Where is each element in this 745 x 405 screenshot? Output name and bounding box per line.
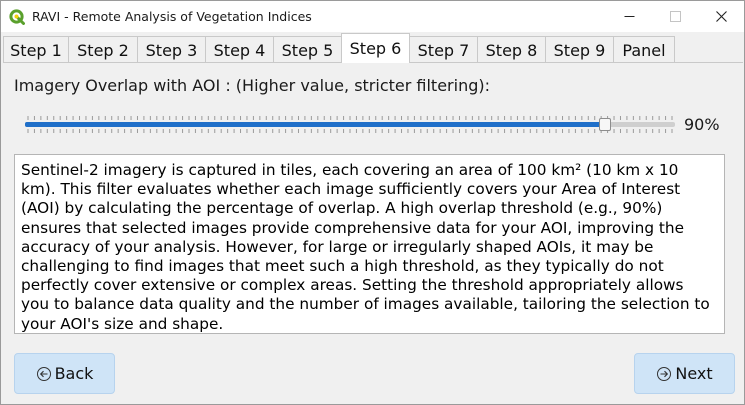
back-button[interactable]: Back	[14, 353, 115, 394]
overlap-slider[interactable]	[25, 113, 675, 137]
next-button[interactable]: Next	[634, 353, 735, 394]
slider-handle[interactable]	[599, 118, 611, 131]
tab-step-5[interactable]: Step 5	[273, 36, 342, 63]
tab-step-8[interactable]: Step 8	[477, 36, 546, 63]
qgis-logo-icon	[9, 8, 25, 25]
tab-step-1[interactable]: Step 1	[3, 36, 69, 63]
tab-step-9[interactable]: Step 9	[545, 36, 614, 63]
step-6-panel: Imagery Overlap with AOI : (Higher value…	[3, 62, 743, 404]
back-arrow-icon	[36, 366, 51, 381]
minimize-button[interactable]	[606, 1, 652, 32]
tab-panel[interactable]: Panel	[613, 36, 675, 63]
close-icon	[715, 11, 727, 22]
tab-step-4[interactable]: Step 4	[205, 36, 274, 63]
app-window: RAVI - Remote Analysis of Vegetation Ind…	[0, 0, 745, 405]
tab-step-3[interactable]: Step 3	[137, 36, 206, 63]
tab-step-7[interactable]: Step 7	[409, 36, 478, 63]
next-button-label: Next	[675, 364, 713, 383]
maximize-button[interactable]	[652, 1, 698, 32]
window-title: RAVI - Remote Analysis of Vegetation Ind…	[32, 9, 312, 24]
slider-fill	[25, 122, 605, 127]
next-arrow-icon	[657, 366, 672, 381]
description-text-box[interactable]: Sentinel-2 imagery is captured in tiles,…	[14, 154, 725, 334]
title-bar[interactable]: RAVI - Remote Analysis of Vegetation Ind…	[1, 1, 744, 32]
slider-value-readout: 90%	[684, 115, 720, 134]
step-tab-bar: Step 1 Step 2 Step 3 Step 4 Step 5 Step …	[3, 33, 743, 63]
tab-step-2[interactable]: Step 2	[68, 36, 138, 63]
close-button[interactable]	[698, 1, 744, 32]
minimize-icon	[624, 16, 634, 17]
tab-step-6[interactable]: Step 6	[341, 33, 410, 63]
maximize-icon	[669, 11, 681, 22]
overlap-label: Imagery Overlap with AOI : (Higher value…	[14, 76, 490, 95]
back-button-label: Back	[54, 364, 94, 383]
